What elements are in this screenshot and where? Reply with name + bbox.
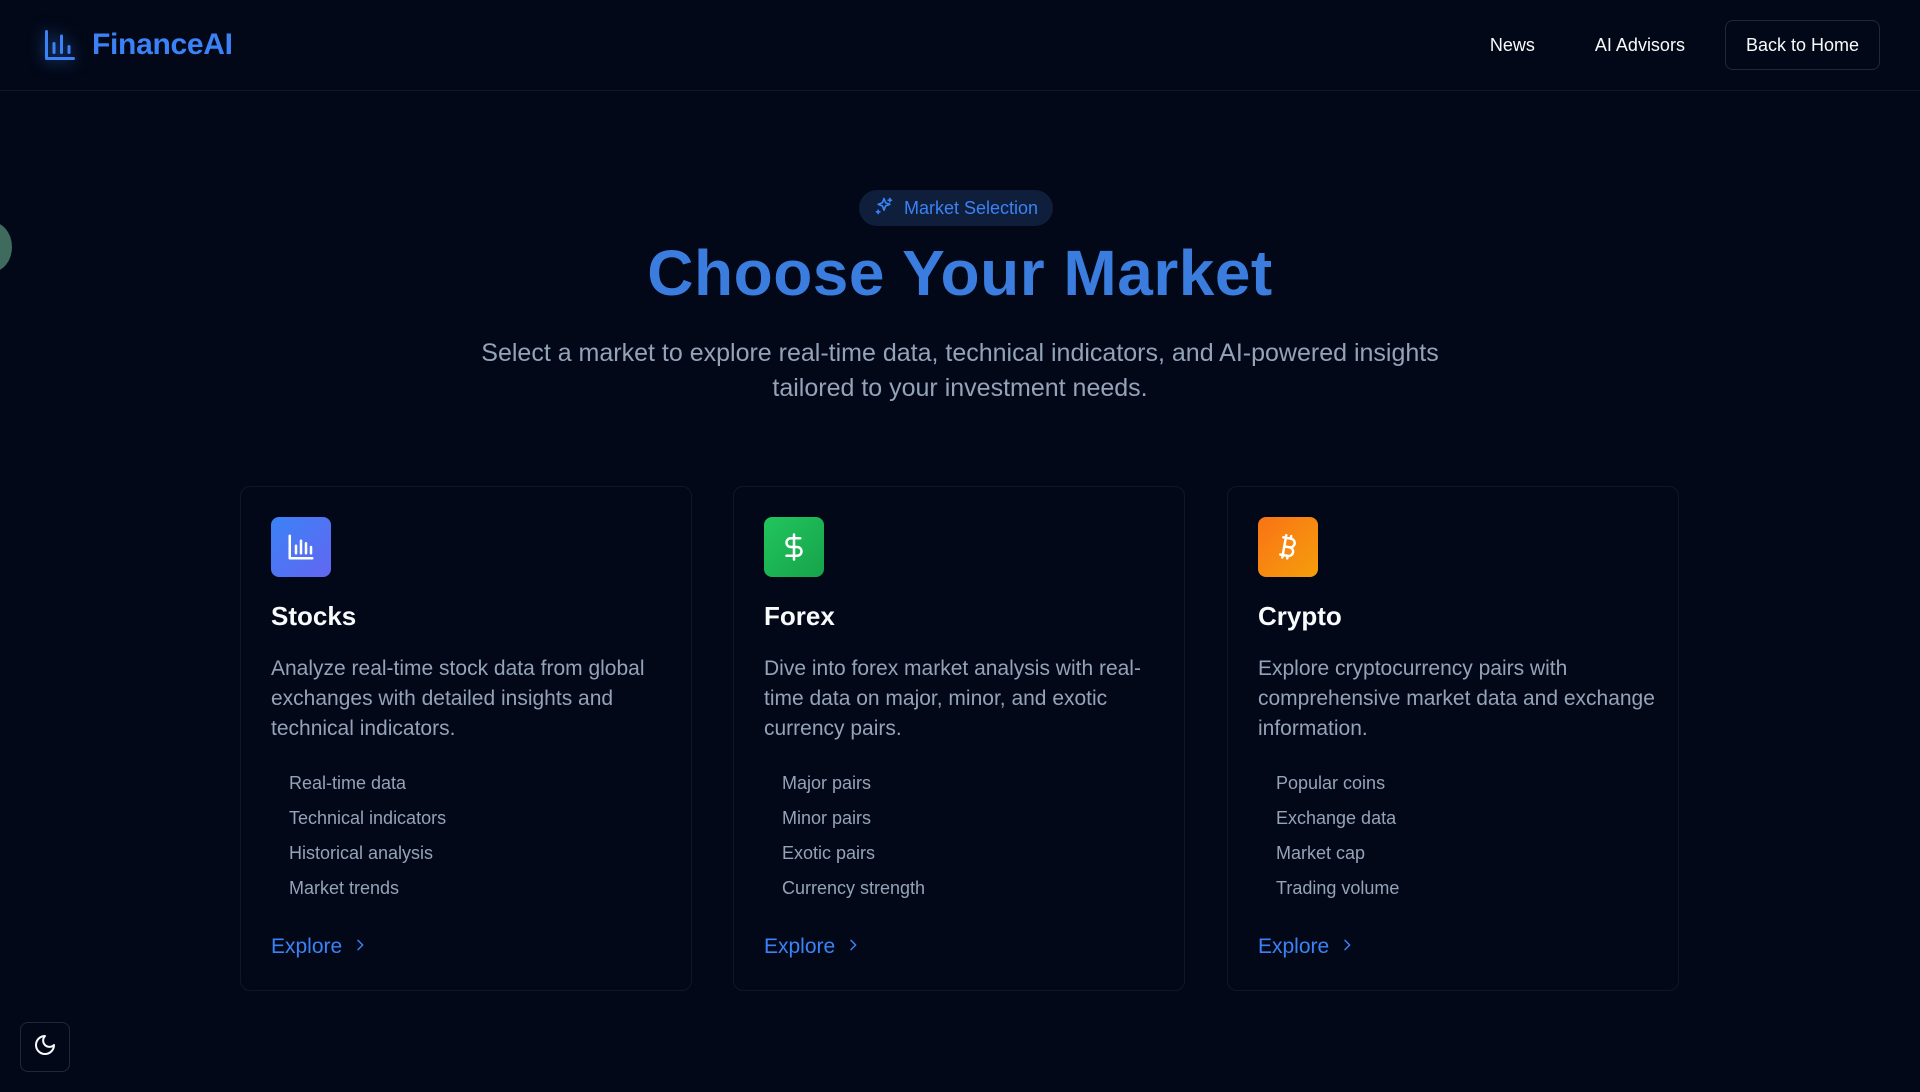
explore-label: Explore	[764, 935, 836, 958]
nav-link-news[interactable]: News	[1460, 20, 1565, 70]
card-feature-list: Major pairs Minor pairs Exotic pairs Cur…	[764, 766, 1154, 906]
chevron-right-icon	[1339, 937, 1355, 958]
sparkles-icon	[874, 196, 894, 221]
bitcoin-icon	[1258, 517, 1318, 577]
explore-forex-link[interactable]: Explore	[764, 935, 861, 959]
page-title: Choose Your Market	[647, 237, 1273, 309]
top-navbar: FinanceAI News AI Advisors Back to Home	[0, 0, 1920, 91]
card-feature: Trading volume	[1276, 878, 1400, 898]
card-feature: Historical analysis	[289, 843, 434, 863]
card-feature: Minor pairs	[782, 808, 872, 828]
market-card-stocks[interactable]: Stocks Analyze real-time stock data from…	[240, 486, 692, 991]
explore-stocks-link[interactable]: Explore	[271, 935, 368, 959]
nav-links: News AI Advisors Back to Home	[1460, 20, 1880, 70]
card-feature-list: Real-time data Technical indicators Hist…	[271, 766, 661, 906]
bar-chart-icon	[271, 517, 331, 577]
card-feature: Market cap	[1276, 843, 1366, 863]
card-feature: Market trends	[289, 878, 400, 898]
card-title: Crypto	[1258, 601, 1342, 631]
card-feature: Currency strength	[782, 878, 926, 898]
back-to-home-button[interactable]: Back to Home	[1724, 20, 1880, 70]
brand-logo-link[interactable]: FinanceAI	[40, 24, 233, 66]
card-feature: Technical indicators	[289, 808, 447, 828]
market-card-forex[interactable]: Forex Dive into forex market analysis wi…	[733, 486, 1185, 991]
card-title: Stocks	[271, 601, 357, 631]
card-feature: Real-time data	[289, 773, 407, 793]
page-subtitle: Select a market to explore real-time dat…	[481, 339, 1439, 402]
explore-crypto-link[interactable]: Explore	[1258, 935, 1355, 959]
moon-icon	[33, 1033, 57, 1062]
card-description: Analyze real-time stock data from global…	[271, 657, 645, 740]
explore-label: Explore	[271, 935, 343, 958]
card-feature: Popular coins	[1276, 773, 1386, 793]
explore-label: Explore	[1258, 935, 1330, 958]
card-description: Explore cryptocurrency pairs with compre…	[1258, 657, 1655, 740]
card-feature: Major pairs	[782, 773, 872, 793]
badge-label: Market Selection	[904, 197, 1039, 218]
chevron-right-icon	[352, 937, 368, 958]
chevron-right-icon	[845, 937, 861, 958]
market-selection-badge: Market Selection	[859, 190, 1054, 226]
card-title: Forex	[764, 601, 835, 631]
theme-toggle-button[interactable]	[20, 1022, 70, 1072]
nav-link-ai-advisors[interactable]: AI Advisors	[1565, 20, 1715, 70]
card-feature: Exotic pairs	[782, 843, 876, 863]
bar-chart-icon	[40, 25, 80, 65]
market-card-crypto[interactable]: Crypto Explore cryptocurrency pairs with…	[1227, 486, 1679, 991]
brand-name: FinanceAI	[92, 28, 233, 61]
card-feature: Exchange data	[1276, 808, 1397, 828]
dollar-icon	[764, 517, 824, 577]
card-feature-list: Popular coins Exchange data Market cap T…	[1258, 766, 1648, 906]
card-description: Dive into forex market analysis with rea…	[764, 657, 1141, 740]
